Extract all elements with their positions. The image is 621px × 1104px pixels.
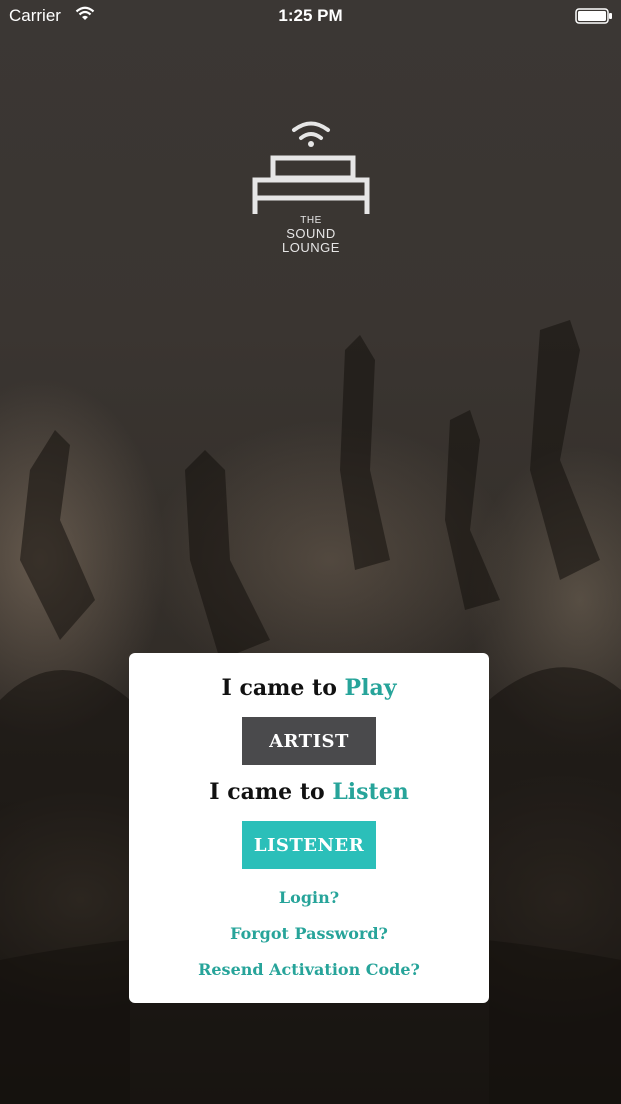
logo-text-lounge: LOUNGE <box>282 240 340 255</box>
role-selection-card: I came to Play ARTIST I came to Listen L… <box>129 653 489 1003</box>
battery-icon <box>575 8 613 29</box>
sofa-broadcast-icon <box>252 121 370 214</box>
clock: 1:25 PM <box>278 6 343 25</box>
listen-heading: I came to Listen <box>129 779 489 805</box>
listen-heading-prefix: I came to <box>209 779 325 805</box>
artist-button[interactable]: ARTIST <box>242 717 376 765</box>
resend-activation-link[interactable]: Resend Activation Code? <box>129 960 489 979</box>
listen-heading-accent: Listen <box>332 779 409 805</box>
forgot-password-link[interactable]: Forgot Password? <box>129 924 489 943</box>
play-heading-prefix: I came to <box>221 675 337 701</box>
status-bar: Carrier 1:25 PM <box>0 0 621 32</box>
listener-button[interactable]: LISTENER <box>242 821 376 869</box>
play-heading: I came to Play <box>129 675 489 701</box>
play-heading-accent: Play <box>344 675 397 701</box>
logo-text-sound: SOUND <box>286 226 336 241</box>
sound-lounge-logo: THE SOUND LOUNGE <box>250 118 372 258</box>
login-link[interactable]: Login? <box>129 888 489 907</box>
